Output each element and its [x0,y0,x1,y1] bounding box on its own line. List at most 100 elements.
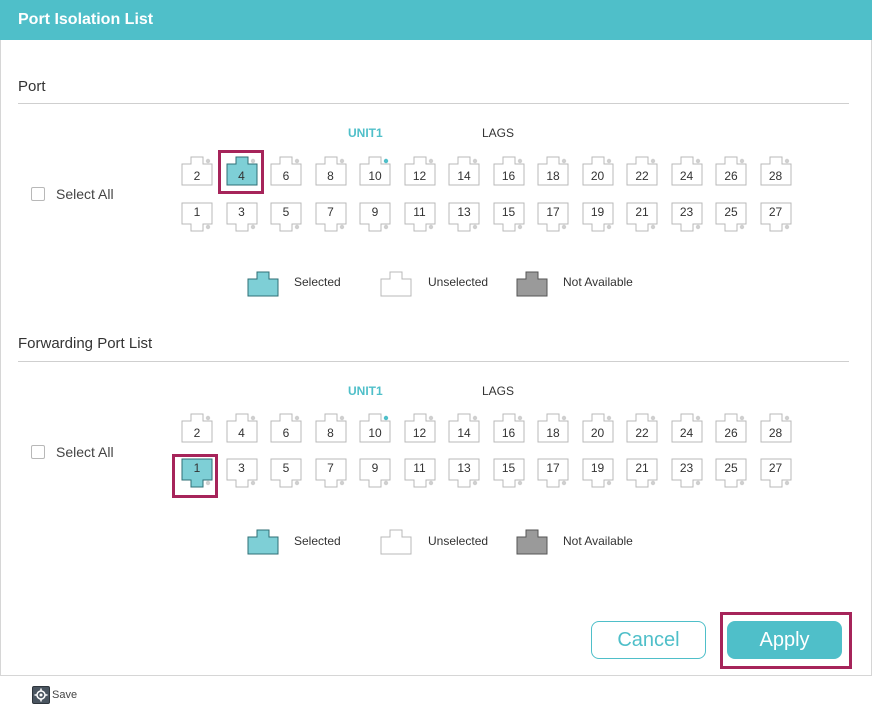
port-number: 2 [193,426,201,440]
forwarding-lags-tab[interactable]: LAGS [482,384,514,398]
apply-button-highlight [720,612,852,669]
port-select-all[interactable]: Select All [31,186,114,202]
port-port-17[interactable]: 17 [537,202,569,232]
port-number: 23 [679,205,694,219]
port-number: 12 [412,426,427,440]
port-number: 14 [457,169,471,183]
port-section-title: Port [18,78,46,95]
port-unit-tab[interactable]: UNIT1 [348,126,383,140]
port-number: 11 [413,205,426,219]
forwarding-port-25[interactable]: 25 [715,458,747,488]
forwarding-port-7[interactable]: 7 [315,458,347,488]
port-number: 15 [501,461,516,475]
port-number: 20 [590,169,605,183]
port-port-7[interactable]: 7 [315,202,347,232]
port-port-6[interactable]: 6 [270,156,302,186]
port-port-18[interactable]: 18 [537,156,569,186]
port-port-24[interactable]: 24 [671,156,703,186]
port-port-13[interactable]: 13 [448,202,480,232]
port-port-26[interactable]: 26 [715,156,747,186]
port-port-5[interactable]: 5 [270,202,302,232]
port-select-all-label: Select All [56,186,114,202]
port-number: 21 [635,205,649,219]
port-port-9[interactable]: 9 [359,202,391,232]
port-section-divider [18,103,849,104]
port-port-16[interactable]: 16 [493,156,525,186]
forwarding-port-5[interactable]: 5 [270,458,302,488]
port-select-all-checkbox[interactable] [31,187,45,201]
port-port-22[interactable]: 22 [626,156,658,186]
forwarding-port-9[interactable]: 9 [359,458,391,488]
forwarding-port-23[interactable]: 23 [671,458,703,488]
legend-unselected-port-icon [380,271,412,302]
port-number: 23 [679,461,694,475]
save-gear-icon [32,686,50,704]
port-lags-tab[interactable]: LAGS [482,126,514,140]
forwarding-port-28[interactable]: 28 [760,413,792,443]
forwarding-port-21[interactable]: 21 [626,458,658,488]
port-number: 19 [590,205,605,219]
port-number: 20 [590,426,605,440]
port-port-3[interactable]: 3 [226,202,258,232]
forwarding-port-13[interactable]: 13 [448,458,480,488]
port-number: 27 [768,205,783,219]
forwarding-port-16[interactable]: 16 [493,413,525,443]
port-number: 27 [768,461,783,475]
forwarding-port-8[interactable]: 8 [315,413,347,443]
forwarding-port-20[interactable]: 20 [582,413,614,443]
forwarding-port-15[interactable]: 15 [493,458,525,488]
forwarding-port-14[interactable]: 14 [448,413,480,443]
forwarding-port-18[interactable]: 18 [537,413,569,443]
port-port-21[interactable]: 21 [626,202,658,232]
port-number: 25 [724,205,738,219]
forwarding-port-3[interactable]: 3 [226,458,258,488]
port-port-20[interactable]: 20 [582,156,614,186]
port-port-12[interactable]: 12 [404,156,436,186]
legend-unselected-label: Unselected [428,534,489,548]
port-port-23[interactable]: 23 [671,202,703,232]
port-number: 19 [590,461,605,475]
port-port-2[interactable]: 2 [181,156,213,186]
forwarding-port-22[interactable]: 22 [626,413,658,443]
forwarding-port-12[interactable]: 12 [404,413,436,443]
forwarding-port-4[interactable]: 4 [226,413,258,443]
forwarding-unit-tab[interactable]: UNIT1 [348,384,383,398]
port-number: 3 [238,205,245,219]
forwarding-select-all[interactable]: Select All [31,444,114,460]
port-port-14[interactable]: 14 [448,156,480,186]
forwarding-port-26[interactable]: 26 [715,413,747,443]
save-button[interactable]: Save [32,686,77,704]
port-number: 2 [193,169,201,183]
port-port-25[interactable]: 25 [715,202,747,232]
forwarding-select-all-checkbox[interactable] [31,445,45,459]
port-port-11[interactable]: 11 [404,202,436,232]
port-number: 8 [327,426,334,440]
forwarding-port-1-highlight [172,454,218,498]
forwarding-port-6[interactable]: 6 [270,413,302,443]
forwarding-port-2[interactable]: 2 [181,413,213,443]
forwarding-port-10[interactable]: 10 [359,413,391,443]
forwarding-section-divider [18,361,849,362]
forwarding-port-27[interactable]: 27 [760,458,792,488]
legend-unselected-port-icon [380,529,412,560]
port-number: 6 [282,169,290,183]
port-4-highlight [218,150,264,194]
forwarding-port-17[interactable]: 17 [537,458,569,488]
forwarding-section-title: Forwarding Port List [18,335,153,352]
port-port-8[interactable]: 8 [315,156,347,186]
port-number: 28 [768,169,783,183]
forwarding-port-11[interactable]: 11 [404,458,436,488]
port-port-15[interactable]: 15 [493,202,525,232]
port-number: 4 [238,426,245,440]
port-port-27[interactable]: 27 [760,202,792,232]
port-port-10[interactable]: 10 [359,156,391,186]
forwarding-port-24[interactable]: 24 [671,413,703,443]
forwarding-port-19[interactable]: 19 [582,458,614,488]
panel-title: Port Isolation List [18,11,154,28]
cancel-button[interactable]: Cancel [591,621,706,659]
port-number: 10 [368,426,382,440]
port-port-1[interactable]: 1 [181,202,213,232]
port-port-28[interactable]: 28 [760,156,792,186]
port-port-19[interactable]: 19 [582,202,614,232]
port-number: 17 [546,205,560,219]
